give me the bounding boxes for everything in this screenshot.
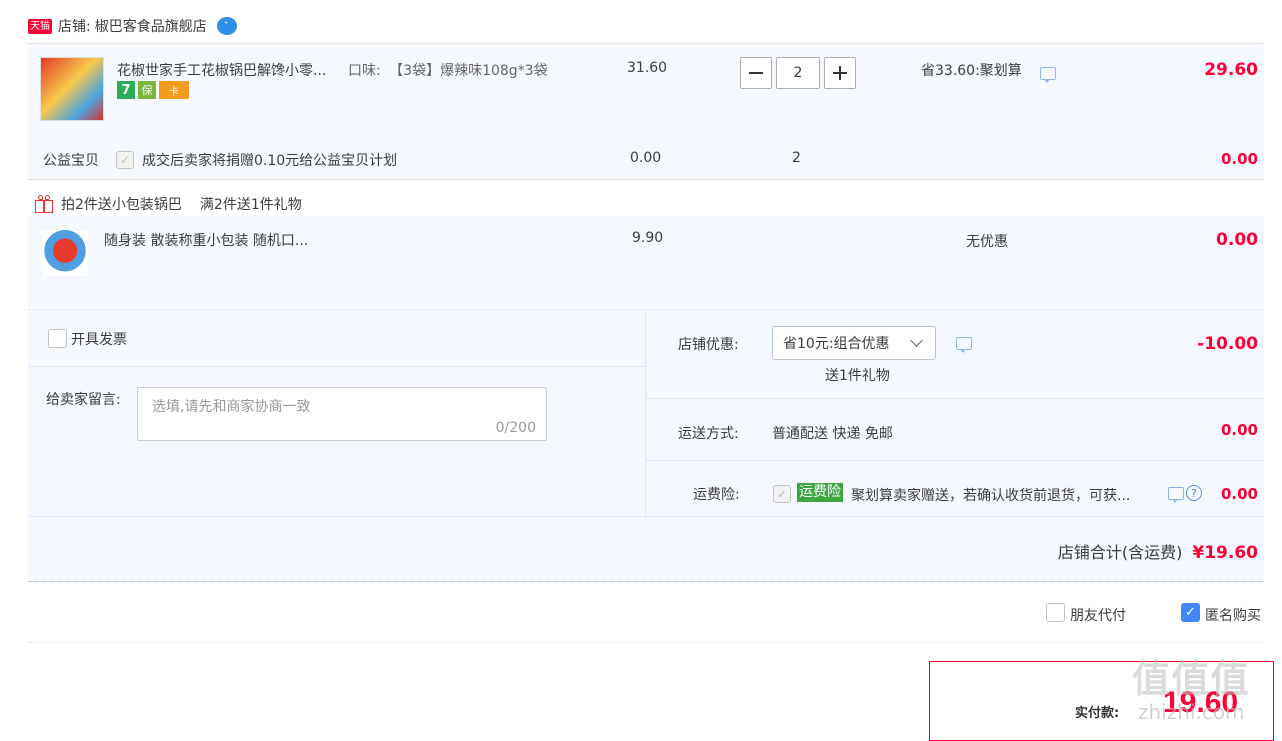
charity-text: 成交后卖家将捐赠0.10元给公益宝贝计划 <box>142 153 398 169</box>
message-icon[interactable] <box>1168 487 1184 503</box>
shipping-amount: 0.00 <box>1220 421 1258 439</box>
store-discount-sub: 送1件礼物 <box>825 368 890 384</box>
right-hdivider-1 <box>646 398 1264 399</box>
gift-discount: 无优惠 <box>966 234 1008 250</box>
watermark-logo: 值 值 值 <box>1132 657 1248 701</box>
charity-total: 0.00 <box>1220 150 1258 168</box>
charity-checkbox[interactable]: ✓ <box>116 151 134 169</box>
charity-price: 0.00 <box>630 150 662 166</box>
flavor-label: 口味: <box>348 63 381 79</box>
watermark-site: zhizhi.com <box>1138 700 1245 724</box>
item-unit-price: 31.60 <box>627 60 668 76</box>
store-discount-selected: 省10元:组合优惠 <box>783 336 890 352</box>
minus-icon <box>749 72 763 74</box>
gift-total: 0.00 <box>1216 230 1258 250</box>
charity-label: 公益宝贝 <box>43 153 99 169</box>
message-label: 给卖家留言: <box>46 392 121 408</box>
quantity-input[interactable]: 2 <box>776 57 820 89</box>
plus-icon <box>833 66 847 80</box>
insurance-checkbox[interactable]: ✓ <box>773 485 791 503</box>
store-name[interactable]: 椒巴客食品旗舰店 <box>95 16 207 36</box>
gift-rule: 满2件送1件礼物 <box>199 197 302 213</box>
flavor-value: 【3袋】爆辣味108g*3袋 <box>389 63 548 79</box>
message-icon[interactable] <box>956 337 972 353</box>
message-icon[interactable] <box>1040 67 1056 83</box>
gift-title: 拍2件送小包装锅巴 <box>61 197 182 213</box>
wangwang-chat-icon[interactable]: ⁺ <box>216 17 237 35</box>
charity-divider <box>28 179 1264 180</box>
chevron-down-icon <box>910 334 923 347</box>
quantity-stepper: 2 <box>740 57 856 89</box>
payment-label: 实付款: <box>1075 706 1120 721</box>
check-icon: ✓ <box>1185 605 1196 620</box>
store-summary-label: 店铺合计(含运费) <box>1057 543 1183 562</box>
card-payment-icon: 卡 <box>159 81 189 99</box>
shipping-label: 运送方式: <box>678 426 739 442</box>
item-total: 29.60 <box>1204 60 1258 80</box>
options-divider <box>28 642 1264 643</box>
friend-pay-checkbox[interactable] <box>1046 603 1065 622</box>
insurance-label: 运费险: <box>693 487 740 503</box>
item-flavor: 口味: 【3袋】爆辣味108g*3袋 <box>348 60 548 80</box>
gift-price: 9.90 <box>632 230 664 246</box>
gift-icon <box>35 195 53 213</box>
summary-hdivider <box>28 516 1264 517</box>
store-summary: 店铺合计(含运费) ¥19.60 <box>1058 539 1258 563</box>
message-textarea[interactable]: 选填,请先和商家协商一致 0/200 <box>137 387 547 441</box>
left-hdivider <box>28 366 645 367</box>
tmall-badge: 天猫 <box>28 18 52 34</box>
invoice-checkbox[interactable] <box>48 329 67 348</box>
gift-header: 拍2件送小包装锅巴 满2件送1件礼物 <box>35 194 302 214</box>
increase-button[interactable] <box>824 57 856 89</box>
anonymous-label[interactable]: 匿名购买 <box>1205 605 1261 625</box>
check-icon: ✓ <box>119 153 131 167</box>
store-discount-select[interactable]: 省10元:组合优惠 <box>772 326 936 360</box>
anonymous-checkbox[interactable]: ✓ <box>1181 603 1200 622</box>
store-discount-label: 店铺优惠: <box>678 337 739 353</box>
item-title[interactable]: 花椒世家手工花椒锅巴解馋小零... <box>117 60 326 80</box>
shipping-value: 普通配送 快递 免邮 <box>772 426 893 442</box>
friend-pay-label[interactable]: 朋友代付 <box>1070 605 1126 625</box>
message-counter: 0/200 <box>495 420 536 436</box>
gift-item-title[interactable]: 随身装 散装称重小包装 随机口... <box>104 230 308 250</box>
summary-divider <box>28 581 1264 582</box>
check-icon: ✓ <box>776 487 788 501</box>
message-placeholder: 选填,请先和商家协商一致 <box>152 399 311 415</box>
help-icon[interactable]: ? <box>1186 485 1202 501</box>
item-badges: 7 保 卡 <box>117 81 189 99</box>
seven-day-return-icon: 7 <box>117 81 135 99</box>
decrease-button[interactable] <box>740 57 772 89</box>
item-thumbnail[interactable] <box>40 57 104 121</box>
invoice-label[interactable]: 开具发票 <box>71 329 127 349</box>
store-summary-amount: ¥19.60 <box>1192 543 1258 563</box>
insurance-amount: 0.00 <box>1220 485 1258 503</box>
options-vertical-divider <box>645 310 646 516</box>
store-label: 店铺: <box>58 19 91 35</box>
insurance-tag: 运费险 <box>797 483 843 502</box>
store-discount-amount: -10.00 <box>1197 334 1258 354</box>
charity-quantity: 2 <box>792 150 801 166</box>
gift-thumbnail[interactable] <box>42 230 88 276</box>
guarantee-icon: 保 <box>138 81 156 99</box>
right-hdivider-2 <box>646 460 1264 461</box>
item-discount: 省33.60:聚划算 <box>921 63 1022 79</box>
store-header: 天猫 店铺: 椒巴客食品旗舰店 ⁺ <box>28 14 237 38</box>
insurance-text: 聚划算卖家赠送，若确认收货前退货，可获... <box>851 488 1131 504</box>
